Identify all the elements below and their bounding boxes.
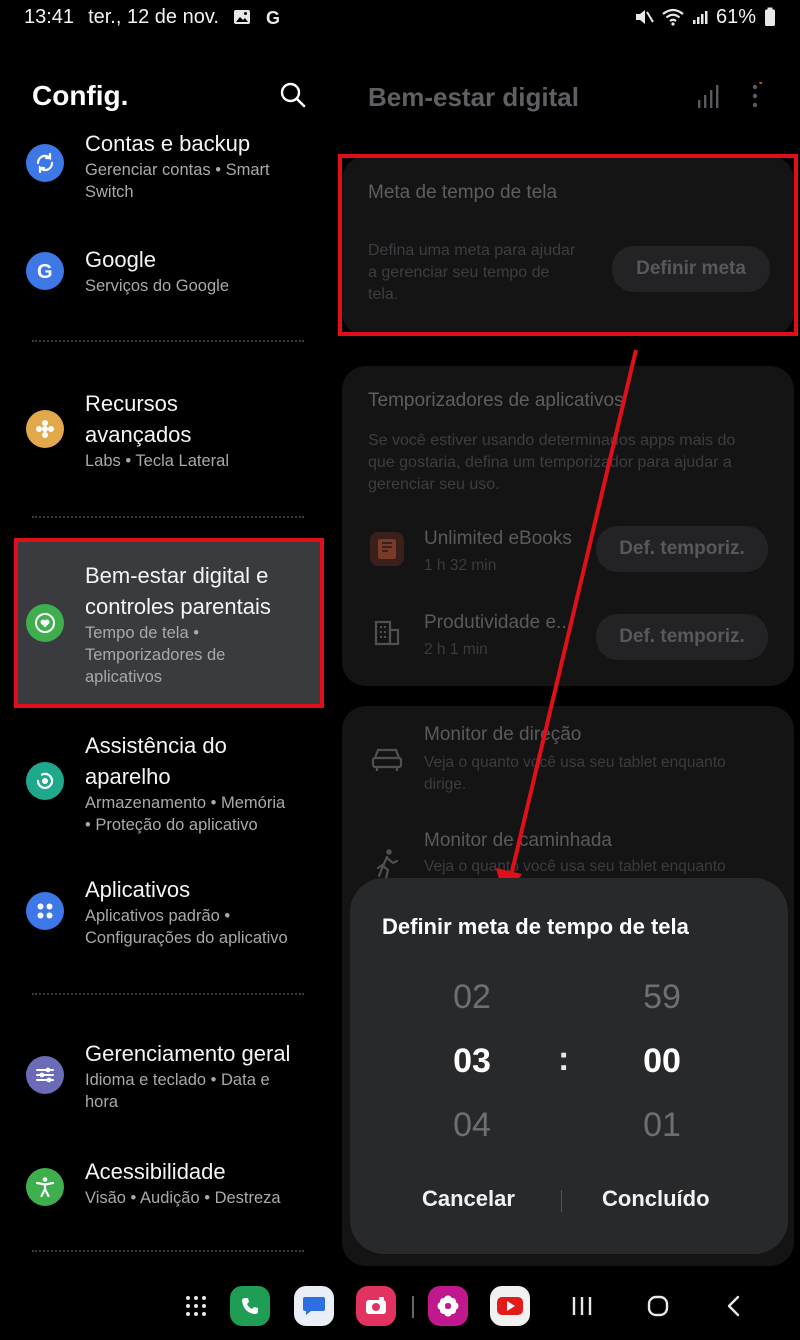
gallery-app[interactable]	[428, 1286, 468, 1326]
messages-app[interactable]	[294, 1286, 334, 1326]
taskbar	[0, 1272, 800, 1340]
minutes-current[interactable]: 00	[602, 1042, 722, 1081]
app-drawer-button[interactable]	[176, 1286, 216, 1326]
minutes-next[interactable]: 01	[602, 1106, 722, 1145]
back-button[interactable]	[714, 1286, 754, 1326]
minutes-prev[interactable]: 59	[602, 978, 722, 1017]
hours-next[interactable]: 04	[412, 1106, 532, 1145]
message-icon	[303, 1297, 325, 1315]
cancel-button[interactable]: Cancelar	[422, 1186, 515, 1212]
done-button[interactable]: Concluído	[602, 1186, 710, 1212]
home-icon	[647, 1295, 669, 1317]
hours-current[interactable]: 03	[412, 1042, 532, 1081]
app-drawer-icon	[186, 1296, 206, 1316]
home-button[interactable]	[638, 1286, 678, 1326]
back-icon	[727, 1295, 740, 1317]
flower-icon	[437, 1295, 459, 1317]
taskbar-divider	[412, 1296, 414, 1318]
recent-apps-button[interactable]	[562, 1286, 602, 1326]
youtube-icon	[497, 1297, 523, 1315]
button-divider	[561, 1190, 562, 1212]
youtube-app[interactable]	[490, 1286, 530, 1326]
camera-icon	[366, 1297, 386, 1314]
recents-icon	[572, 1297, 592, 1315]
dialog-title: Definir meta de tempo de tela	[382, 914, 689, 939]
time-separator: :	[558, 1040, 570, 1078]
hours-prev[interactable]: 02	[412, 978, 532, 1017]
camera-app[interactable]	[356, 1286, 396, 1326]
phone-app[interactable]	[230, 1286, 270, 1326]
screen-time-goal-dialog: Definir meta de tempo de tela 02 03 04 :…	[350, 878, 788, 1254]
phone-icon	[242, 1298, 258, 1314]
